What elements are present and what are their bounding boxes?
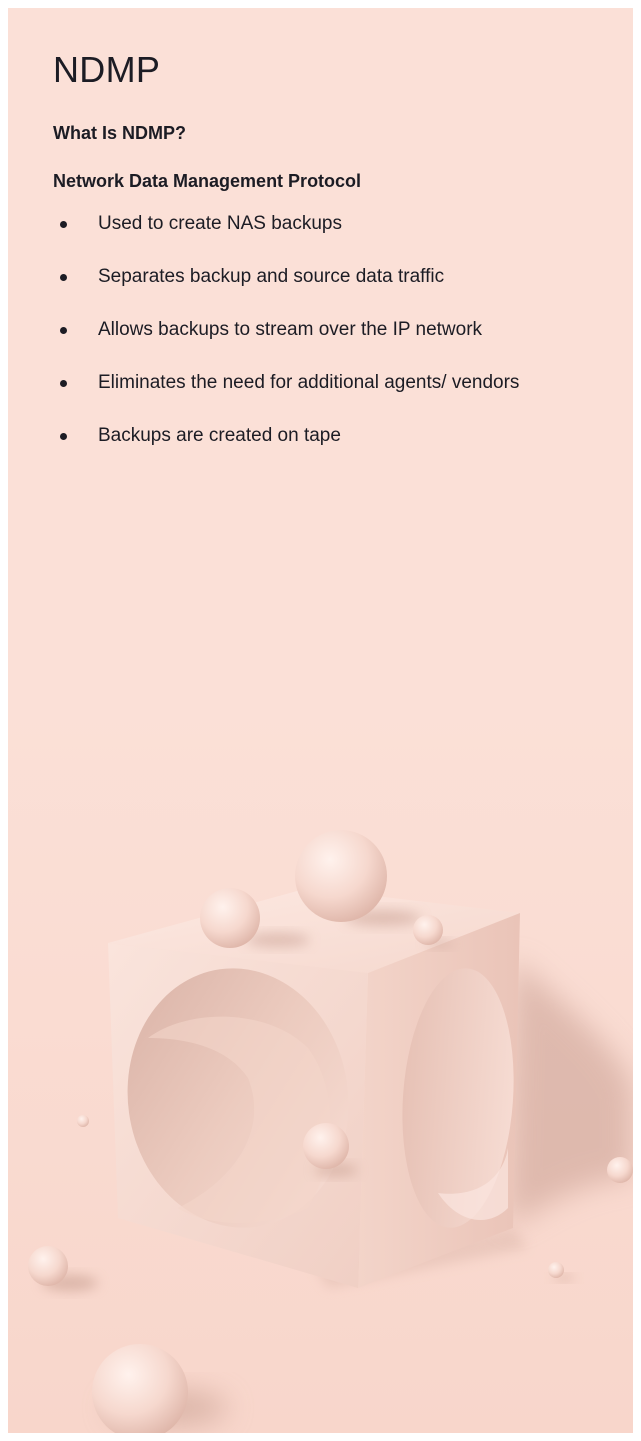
- bullet-text: Allows backups to stream over the IP net…: [98, 319, 483, 340]
- bullet-list: Used to create NAS backups Separates bac…: [53, 210, 628, 449]
- cube-with-spheres-illustration: [8, 708, 633, 1433]
- section-heading: Network Data Management Protocol: [53, 171, 362, 191]
- bullet-dot-icon: [60, 274, 67, 281]
- bullet-item: Allows backups to stream over the IP net…: [53, 316, 628, 343]
- slide-card: NDMP What Is NDMP? Network Data Manageme…: [8, 8, 633, 1433]
- bullet-dot-icon: [60, 327, 67, 334]
- bullet-item: Separates backup and source data traffic: [53, 263, 628, 290]
- bullet-item: Backups are created on tape: [53, 422, 628, 449]
- bullet-text: Eliminates the need for additional agent…: [98, 372, 520, 393]
- bullet-dot-icon: [60, 380, 67, 387]
- bullet-item: Used to create NAS backups: [53, 210, 628, 237]
- bullet-text: Separates backup and source data traffic: [98, 266, 445, 287]
- bullet-text: Used to create NAS backups: [98, 213, 342, 234]
- bullet-item: Eliminates the need for additional agent…: [53, 369, 628, 396]
- slide-subtitle: What Is NDMP?: [53, 123, 186, 143]
- bullet-dot-icon: [60, 221, 67, 228]
- slide-content: NDMP What Is NDMP? Network Data Manageme…: [53, 48, 628, 475]
- slide-title: NDMP: [53, 49, 161, 90]
- bullet-text: Backups are created on tape: [98, 425, 341, 446]
- bullet-dot-icon: [60, 433, 67, 440]
